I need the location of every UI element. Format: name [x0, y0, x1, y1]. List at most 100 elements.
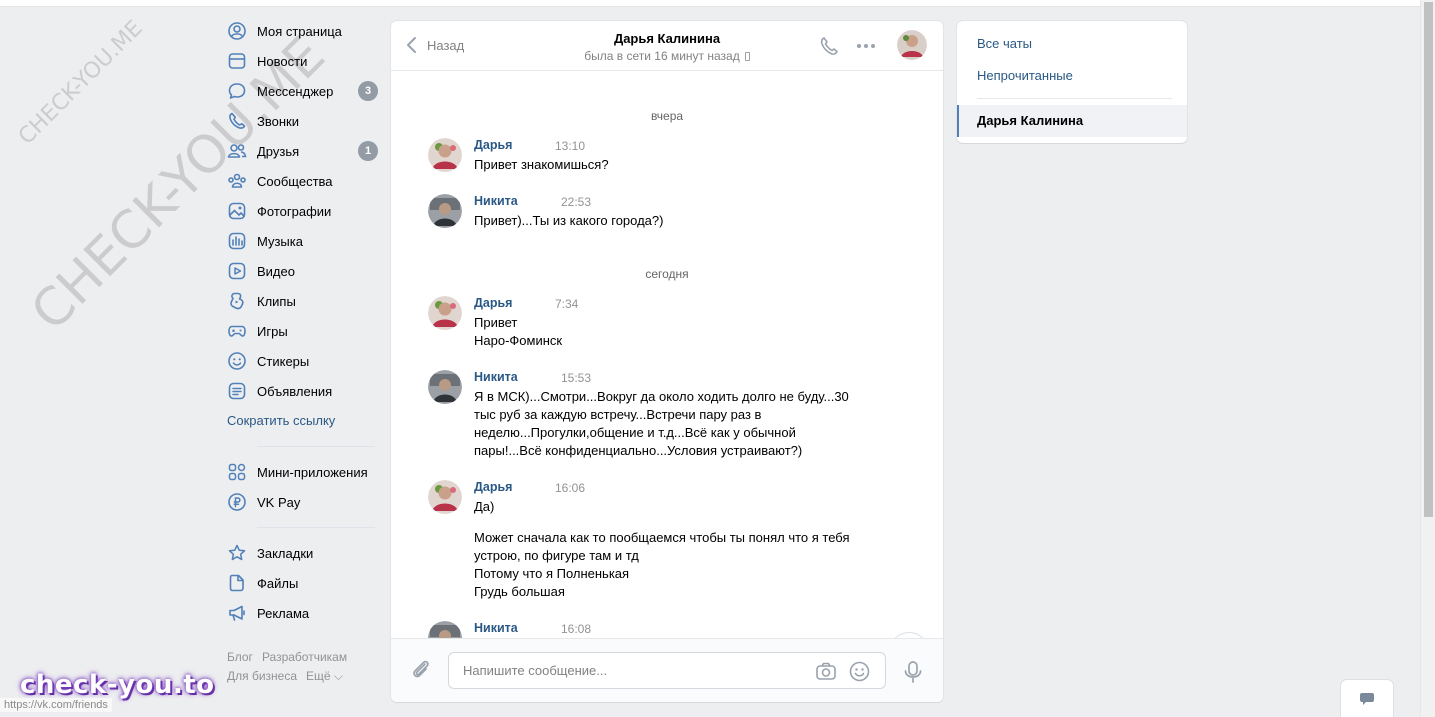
- message-line: Потому что я Полненькая: [474, 566, 630, 581]
- message-author[interactable]: Никита: [474, 370, 518, 384]
- message-time: 13:10: [555, 139, 586, 153]
- nav-item[interactable]: Игры: [227, 316, 382, 346]
- nav-item-label: Новости: [257, 53, 308, 69]
- message-text: Привет)...Ты из какого города?): [474, 212, 869, 230]
- nav-item-label: Мессенджер: [257, 83, 334, 99]
- message-line: Я в МСК)...Смотри...Вокруг да около ходи…: [474, 389, 849, 404]
- clips-icon: [227, 291, 247, 311]
- nav-item[interactable]: Сообщества: [227, 166, 382, 196]
- microphone-icon[interactable]: [902, 660, 924, 684]
- avatar[interactable]: [428, 194, 462, 228]
- active-chat-item[interactable]: Дарья Калинина: [957, 105, 1187, 137]
- footer-business-link[interactable]: Для бизнеса: [227, 669, 297, 683]
- message-author[interactable]: Никита: [474, 621, 518, 635]
- message-text: Привет знакомишься?: [474, 156, 869, 174]
- nav-item[interactable]: Видео: [227, 256, 382, 286]
- nav-item-label: Мини-приложения: [257, 464, 368, 480]
- message-line: тыс руб за каждую встречу...Встречи пару…: [474, 407, 762, 422]
- message-line: Наро-Фоминск: [474, 333, 563, 348]
- message-time: 15:53: [561, 371, 592, 385]
- date-separator: вчера: [650, 109, 684, 123]
- message-input[interactable]: Напишите сообщение...: [448, 652, 886, 689]
- message-author[interactable]: Дарья: [474, 138, 512, 152]
- nav-item[interactable]: Звонки: [227, 106, 382, 136]
- message-author[interactable]: Дарья: [474, 480, 512, 494]
- nav-item[interactable]: Мини-приложения: [227, 457, 382, 487]
- phone-icon[interactable]: [819, 36, 839, 56]
- nav-item-label: Игры: [257, 323, 288, 339]
- scrollbar-thumb[interactable]: [1424, 2, 1433, 517]
- nav-item-label: Стикеры: [257, 353, 310, 369]
- counter-badge: 3: [358, 81, 378, 101]
- message-time: 22:53: [561, 195, 592, 209]
- phone-icon: [227, 111, 247, 131]
- camera-icon[interactable]: [815, 661, 837, 681]
- nav-item[interactable]: Музыка: [227, 226, 382, 256]
- nav-item[interactable]: Закладки: [227, 538, 382, 568]
- mobile-icon: [744, 52, 750, 61]
- news-icon: [227, 51, 247, 71]
- message-line: устрою, по фигуре там и тд: [474, 548, 639, 563]
- nav-item-label: Реклама: [257, 605, 310, 621]
- left-menu: Моя страница Новости Мессенджер 3 Звонки Друз…: [227, 16, 382, 628]
- last-seen-text: была в сети 16 минут назад: [584, 49, 740, 63]
- message-history[interactable]: вчера сегодня Дарья 13:10 Привет знакомишь…: [391, 72, 943, 638]
- avatar[interactable]: [897, 30, 927, 60]
- avatar[interactable]: [428, 138, 462, 172]
- nav-item[interactable]: Моя страница: [227, 16, 382, 46]
- avatar[interactable]: [428, 480, 462, 514]
- groups-icon: [227, 171, 247, 191]
- nav-item[interactable]: Файлы: [227, 568, 382, 598]
- chat-widget-button[interactable]: [1341, 680, 1393, 717]
- message-line: Привет: [474, 315, 518, 330]
- all-chats-link[interactable]: Все чаты: [977, 36, 1032, 51]
- message-composer: Напишите сообщение...: [391, 638, 943, 702]
- nav-item-label: Фотографии: [257, 203, 332, 219]
- shortlink-link[interactable]: Сократить ссылку: [227, 406, 382, 436]
- watermark-small: CHECK-YOU.ME: [14, 15, 148, 150]
- nav-item[interactable]: Друзья 1: [227, 136, 382, 166]
- friends-icon: [227, 141, 247, 161]
- menu-divider: [257, 446, 375, 447]
- message-icon: [227, 81, 247, 101]
- nav-item[interactable]: Стикеры: [227, 346, 382, 376]
- message-line: Привет)...Ты из какого города?): [474, 213, 664, 228]
- files-icon: [227, 573, 247, 593]
- page-scrollbar[interactable]: [1420, 0, 1435, 717]
- paperclip-icon[interactable]: [409, 658, 433, 682]
- video-icon: [227, 261, 247, 281]
- nav-item[interactable]: VK Pay: [227, 487, 382, 517]
- message-text: Привет Наро-Фоминск: [474, 314, 869, 350]
- nav-item[interactable]: Клипы: [227, 286, 382, 316]
- nav-item-label: Музыка: [257, 233, 303, 249]
- nav-item-label: Звонки: [257, 113, 299, 129]
- message-gap: [474, 516, 869, 529]
- nav-item[interactable]: Фотографии: [227, 196, 382, 226]
- nav-item[interactable]: Объявления: [227, 376, 382, 406]
- smile-icon[interactable]: [849, 661, 870, 682]
- message-placeholder: Напишите сообщение...: [463, 663, 608, 678]
- nav-item[interactable]: Мессенджер 3: [227, 76, 382, 106]
- megaphone-icon: [227, 603, 247, 623]
- unread-chats-link[interactable]: Непрочитанные: [977, 68, 1073, 83]
- mini-apps-icon: [227, 462, 247, 482]
- avatar[interactable]: [428, 370, 462, 404]
- menu-divider: [257, 527, 375, 528]
- chat-header: Назад Дарья Калинина была в сети 16 мину…: [391, 21, 943, 71]
- avatar[interactable]: [428, 621, 462, 638]
- more-icon[interactable]: [856, 43, 876, 49]
- message-time: 16:06: [555, 481, 586, 495]
- footer-blog-link[interactable]: Блог: [227, 650, 253, 664]
- footer-more-link[interactable]: Ещё ⌵: [306, 669, 343, 683]
- avatar[interactable]: [428, 296, 462, 330]
- message-author[interactable]: Дарья: [474, 296, 512, 310]
- top-bar: [0, 0, 1420, 7]
- message-line: Да): [474, 499, 495, 514]
- message-time: 16:08: [561, 622, 592, 636]
- message-author[interactable]: Никита: [474, 194, 518, 208]
- footer-links: Блог Разработчикам Для бизнеса Ещё ⌵: [227, 648, 387, 686]
- nav-item[interactable]: Реклама: [227, 598, 382, 628]
- games-icon: [227, 321, 247, 341]
- footer-dev-link[interactable]: Разработчикам: [262, 650, 347, 664]
- nav-item[interactable]: Новости: [227, 46, 382, 76]
